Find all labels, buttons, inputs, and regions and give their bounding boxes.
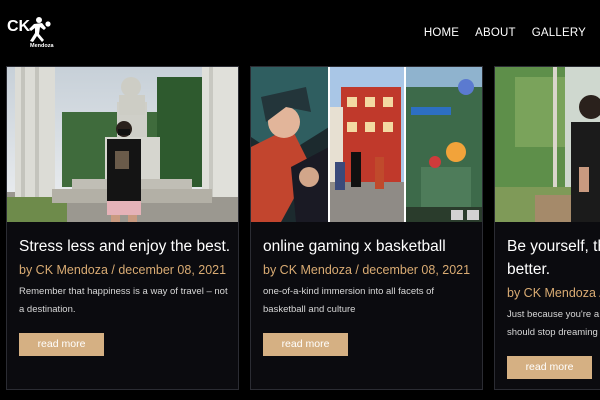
post-excerpt: Just because you're a should stop dreami… [507,309,600,338]
nav-home-link[interactable]: HOME [424,27,459,39]
nav-about-link[interactable]: ABOUT [475,27,516,39]
main-nav: HOME ABOUT GALLERY [424,27,586,39]
read-more-button[interactable]: read more [19,333,104,356]
post-title[interactable]: Be yourself, th better. [507,235,600,281]
post-image[interactable] [7,67,238,222]
post-title[interactable]: online gaming x basketball [263,235,474,258]
read-more-button[interactable]: read more [507,356,592,379]
post-title-line-2: better. [507,261,551,278]
post-excerpt: Remember that happiness is a way of trav… [19,286,228,315]
post-image[interactable] [251,67,482,222]
read-more-button[interactable]: read more [263,333,348,356]
post-title-line-1: Be yourself, th [507,238,600,255]
post-meta: by CK Mendoza / december 08, 2021 [263,263,471,277]
post-image[interactable] [495,67,600,222]
post-card: Be yourself, th better. by CK Mendoza / … [494,66,600,390]
logo-mendoza-text: Mendoza [30,43,54,49]
post-excerpt: one-of-a-kind immersion into all facets … [263,286,435,315]
site-logo[interactable]: CK Mendoza [6,14,58,54]
post-card: online gaming x basketball by CK Mendoza… [250,66,483,390]
site-header: CK Mendoza HOME ABOUT GALLERY [0,0,600,66]
post-meta: by CK Mendoza / december 08, 2021 [19,263,227,277]
post-meta: by CK Mendoza / d [507,286,600,300]
nav-gallery-link[interactable]: GALLERY [532,27,586,39]
basketball-player-icon [29,17,51,42]
post-card: Stress less and enjoy the best. by CK Me… [6,66,239,390]
logo-ck-text: CK [7,18,31,35]
post-title[interactable]: Stress less and enjoy the best. [19,235,230,258]
